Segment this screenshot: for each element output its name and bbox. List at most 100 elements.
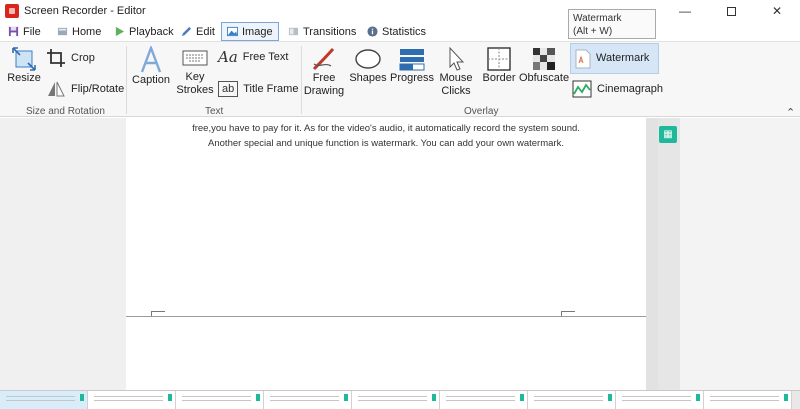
side-panel [658, 118, 680, 390]
crop-label: Crop [71, 51, 95, 64]
document-text: free,you have to pay for it. As for the … [126, 121, 646, 151]
frame-thumbnail[interactable] [528, 391, 616, 409]
frame-thumbnail[interactable] [352, 391, 440, 409]
obfuscate-button[interactable]: Obfuscate [518, 46, 570, 85]
free-text-icon: Aa [218, 48, 238, 66]
crop-button[interactable]: Crop [46, 48, 95, 68]
document-line-1: free,you have to pay for it. As for the … [192, 123, 580, 134]
flip-rotate-label: Flip/Rotate [71, 82, 125, 95]
key-strokes-label-2: Strokes [176, 84, 214, 96]
tab-home[interactable]: Home [57, 22, 101, 41]
minimize-icon: — [679, 4, 691, 18]
mouse-clicks-button[interactable]: Mouse Clicks [437, 46, 475, 98]
document-line-2: Another special and unique function is w… [208, 138, 564, 149]
document-page [126, 118, 646, 390]
keyboard-icon [182, 50, 208, 66]
mouse-clicks-label-1: Mouse [439, 72, 473, 84]
minimize-button[interactable]: — [662, 0, 708, 22]
pixelate-icon [533, 48, 555, 70]
title-frame-button[interactable]: ab Title Frame [218, 81, 298, 97]
window-title: Screen Recorder - Editor [24, 5, 146, 17]
border-icon [487, 47, 511, 71]
watermark-button[interactable]: Watermark [570, 43, 659, 74]
side-panel-icon[interactable]: ▦ [659, 126, 677, 143]
frame-thumbnail[interactable] [440, 391, 528, 409]
home-icon [57, 27, 68, 36]
caption-icon [140, 46, 162, 73]
title-frame-label: Title Frame [243, 82, 299, 95]
watermark-tooltip: Watermark (Alt + W) [568, 9, 656, 39]
tab-statistics-label: Statistics [382, 25, 427, 38]
tab-playback-label: Playback [129, 25, 174, 38]
pencil-icon [181, 26, 192, 37]
mouse-clicks-label-2: Clicks [441, 85, 471, 97]
tab-file[interactable]: File [8, 22, 41, 41]
menu-tabs: File Home Playback Edit Image Transition… [0, 22, 800, 41]
shapes-button[interactable]: Shapes [349, 46, 387, 85]
frame-thumbnail[interactable] [0, 391, 88, 409]
save-icon [8, 26, 19, 37]
transitions-icon [288, 27, 299, 36]
cinemagraph-label: Cinemagraph [597, 82, 664, 95]
page-gutter [646, 118, 658, 390]
info-icon [367, 26, 378, 37]
frame-thumbnail[interactable] [616, 391, 704, 409]
obfuscate-label: Obfuscate [518, 72, 570, 84]
tooltip-shortcut: (Alt + W) [573, 26, 613, 37]
cinemagraph-icon [572, 80, 592, 98]
cursor-icon [449, 46, 465, 71]
title-frame-icon: ab [218, 81, 239, 97]
close-button[interactable]: ✕ [754, 0, 800, 22]
cinemagraph-button[interactable]: Cinemagraph [572, 80, 663, 98]
tab-file-label: File [23, 25, 41, 38]
free-drawing-label-2: Drawing [303, 85, 345, 97]
title-bar: Screen Recorder - Editor — ✕ [0, 0, 800, 22]
resize-label: Resize [7, 72, 41, 84]
image-icon [227, 26, 238, 37]
key-strokes-button[interactable]: Key Strokes [176, 48, 214, 97]
progress-label: Progress [389, 72, 435, 84]
caption-label: Caption [132, 74, 170, 86]
close-icon: ✕ [771, 4, 783, 18]
ellipse-icon [355, 49, 381, 69]
tab-transitions[interactable]: Transitions [288, 22, 356, 41]
frame-thumbnail[interactable] [704, 391, 792, 409]
app-icon [5, 4, 19, 18]
tab-statistics[interactable]: Statistics [367, 22, 426, 41]
caption-button[interactable]: Caption [131, 46, 171, 87]
resize-icon [12, 47, 36, 71]
shapes-label: Shapes [349, 72, 387, 84]
group-label-text: Text [205, 106, 224, 117]
maximize-button[interactable] [708, 0, 754, 22]
ribbon: Resize Crop Flip/Rotate Size and Rotatio… [0, 41, 800, 119]
flip-rotate-button[interactable]: Flip/Rotate [46, 80, 124, 98]
ribbon-separator [301, 46, 302, 114]
watermark-icon [575, 49, 591, 68]
crop-icon [47, 49, 65, 67]
resize-button[interactable]: Resize [7, 46, 41, 85]
group-label-overlay: Overlay [464, 106, 499, 117]
brush-icon [312, 48, 335, 71]
free-drawing-button[interactable]: Free Drawing [303, 46, 345, 98]
frame-thumbnail[interactable] [264, 391, 352, 409]
progress-button[interactable]: Progress [389, 46, 435, 85]
frame-thumbnail[interactable] [88, 391, 176, 409]
frame-thumbnail[interactable] [176, 391, 264, 409]
border-button[interactable]: Border [481, 46, 517, 85]
tab-image[interactable]: Image [221, 22, 279, 41]
ribbon-separator [126, 46, 127, 114]
tab-edit-label: Edit [196, 25, 215, 38]
tab-image-label: Image [242, 25, 273, 38]
tab-home-label: Home [72, 25, 102, 38]
tab-playback[interactable]: Playback [114, 22, 174, 41]
free-drawing-label-1: Free [312, 72, 336, 84]
free-text-button[interactable]: Aa Free Text [218, 48, 288, 66]
canvas-background [680, 118, 800, 390]
tooltip-title: Watermark [573, 13, 622, 24]
frame-filmstrip[interactable] [0, 390, 800, 409]
progress-icon [399, 49, 425, 71]
tab-transitions-label: Transitions [303, 25, 357, 38]
tab-edit[interactable]: Edit [181, 22, 215, 41]
page-break-line [126, 316, 647, 317]
border-label: Border [482, 72, 516, 84]
